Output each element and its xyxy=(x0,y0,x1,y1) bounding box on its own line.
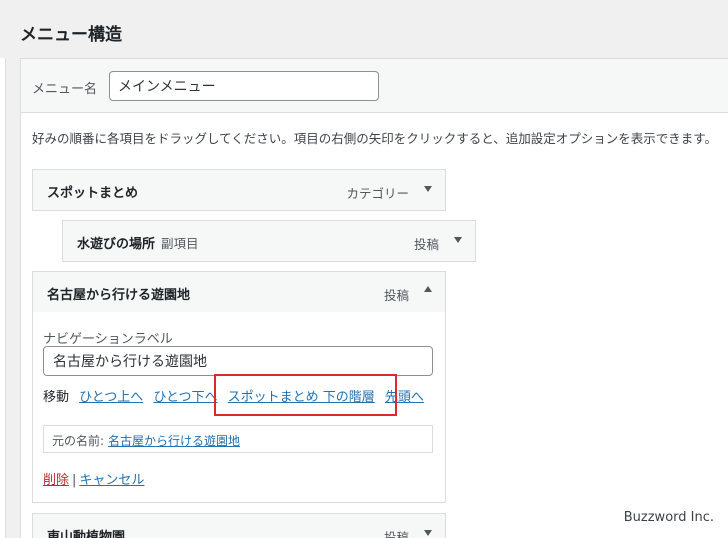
original-name-caption: 元の名前: xyxy=(52,434,105,448)
original-name-box: 元の名前: 名古屋から行ける遊園地 xyxy=(43,425,433,453)
watermark: Buzzword Inc. xyxy=(623,510,714,525)
navigation-label-input[interactable] xyxy=(43,346,433,376)
chevron-down-icon[interactable] xyxy=(454,237,462,243)
move-up-link[interactable]: ひとつ上へ xyxy=(79,390,143,405)
highlight-annotation xyxy=(214,374,397,416)
chevron-down-icon[interactable] xyxy=(424,186,432,192)
delete-link[interactable]: 削除 xyxy=(43,473,69,488)
chevron-up-icon[interactable] xyxy=(424,286,432,292)
menu-item-type: 投稿 xyxy=(383,288,409,303)
menu-item-title: スポットまとめ xyxy=(47,186,139,201)
menu-item-title: 水遊びの場所 副項目 xyxy=(77,236,199,252)
menu-item-water-play[interactable]: 水遊びの場所 副項目 投稿 xyxy=(62,220,476,262)
menu-item-type: 投稿 xyxy=(413,237,439,252)
menu-item-type: カテゴリー xyxy=(346,186,409,201)
original-name-link[interactable]: 名古屋から行ける遊園地 xyxy=(108,434,240,448)
menu-name-label: メニュー名 xyxy=(32,82,98,97)
action-separator: | xyxy=(72,473,77,488)
menu-item-type: 投稿 xyxy=(383,530,409,538)
left-column-edge xyxy=(0,58,6,538)
menu-item-title: 名古屋から行ける遊園地 xyxy=(47,288,191,303)
sub-item-badge: 副項目 xyxy=(161,236,199,251)
menu-item-settings: ナビゲーションラベル 移動 ひとつ上へ ひとつ下へ スポットまとめ 下の階層 先… xyxy=(32,312,446,503)
menu-item-title: 東山動植物園 xyxy=(47,530,126,538)
move-down-link[interactable]: ひとつ下へ xyxy=(153,390,217,405)
menu-name-input[interactable] xyxy=(109,71,379,101)
item-actions: 削除 | キャンセル xyxy=(43,469,144,488)
cancel-link[interactable]: キャンセル xyxy=(79,473,144,488)
menu-name-bar: メニュー名 xyxy=(21,59,728,113)
move-label: 移動 xyxy=(43,390,70,405)
menu-item-higashiyama-zoo[interactable]: 東山動植物園 投稿 xyxy=(32,513,446,538)
chevron-down-icon[interactable] xyxy=(424,530,432,536)
drag-instruction: 好みの順番に各項目をドラッグしてください。項目の右側の矢印をクリックすると、追加… xyxy=(32,131,718,146)
menu-item-spot-summary[interactable]: スポットまとめ カテゴリー xyxy=(32,169,446,211)
menu-item-nagoya-amusement[interactable]: 名古屋から行ける遊園地 投稿 xyxy=(32,271,446,313)
navigation-label-caption: ナビゲーションラベル xyxy=(43,332,173,347)
menu-structure-panel: メニュー名 好みの順番に各項目をドラッグしてください。項目の右側の矢印をクリック… xyxy=(20,58,728,538)
page-title: メニュー構造 xyxy=(20,25,122,45)
